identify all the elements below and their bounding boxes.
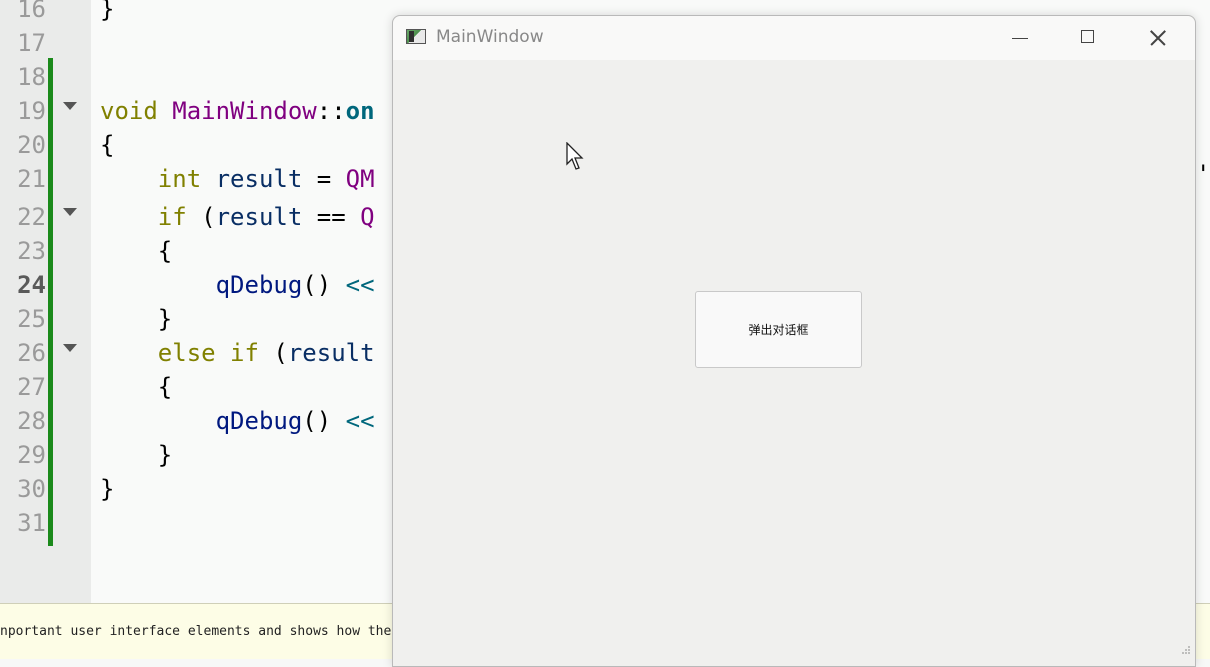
line-number: 23 (17, 237, 46, 265)
code-line: int result = QM (157, 165, 375, 193)
resize-grip-icon[interactable] (1181, 645, 1191, 655)
window-title: MainWindow (436, 27, 544, 47)
code-line: { (157, 237, 173, 265)
fold-arrow-icon[interactable] (63, 102, 77, 110)
line-number: 21 (17, 165, 46, 193)
line-number: 22 (17, 203, 46, 231)
output-text: nportant user interface elements and sho… (0, 624, 392, 639)
current-line-number: 24 (17, 271, 46, 299)
line-number: 25 (17, 305, 46, 333)
code-line: } (100, 475, 115, 503)
line-number: 18 (17, 63, 46, 91)
line-number: 26 (17, 339, 46, 367)
code-line: if (result == Q (157, 203, 375, 231)
code-line: { (157, 373, 173, 401)
maximize-button[interactable] (1053, 16, 1123, 60)
minimize-icon (1012, 38, 1028, 39)
code-line: } (157, 441, 173, 469)
line-number: 17 (17, 29, 46, 57)
line-number-gutter: 16 17 18 19 20 21 22 23 24 25 26 27 28 2… (0, 0, 91, 603)
code-line: } (157, 305, 173, 333)
minimize-button[interactable] (985, 16, 1055, 60)
modified-lines-bar (48, 58, 53, 546)
line-number: 30 (17, 475, 46, 503)
line-number: 27 (17, 373, 46, 401)
window-titlebar[interactable]: MainWindow (393, 16, 1195, 60)
code-line: qDebug() << (215, 407, 375, 435)
line-number: 20 (17, 131, 46, 159)
code-line: else if (result (157, 339, 375, 367)
line-number: 16 (17, 0, 46, 23)
code-line: { (100, 131, 115, 159)
fold-arrow-icon[interactable] (63, 344, 77, 352)
close-button[interactable] (1123, 16, 1193, 60)
line-number: 31 (17, 509, 46, 537)
main-window: MainWindow 弹出对话框 (392, 15, 1196, 667)
fold-arrow-icon[interactable] (63, 208, 77, 216)
line-number: 19 (17, 97, 46, 125)
code-line: void MainWindow::on (100, 97, 375, 125)
maximize-icon (1081, 30, 1094, 43)
qt-app-icon (406, 29, 426, 44)
code-line: } (100, 0, 115, 23)
code-line-current: qDebug() << (215, 271, 375, 299)
mouse-cursor-icon (566, 142, 584, 170)
line-number: 29 (17, 441, 46, 469)
show-dialog-button[interactable]: 弹出对话框 (695, 291, 862, 368)
editor-edge-text: ', (1196, 160, 1210, 188)
line-number: 28 (17, 407, 46, 435)
